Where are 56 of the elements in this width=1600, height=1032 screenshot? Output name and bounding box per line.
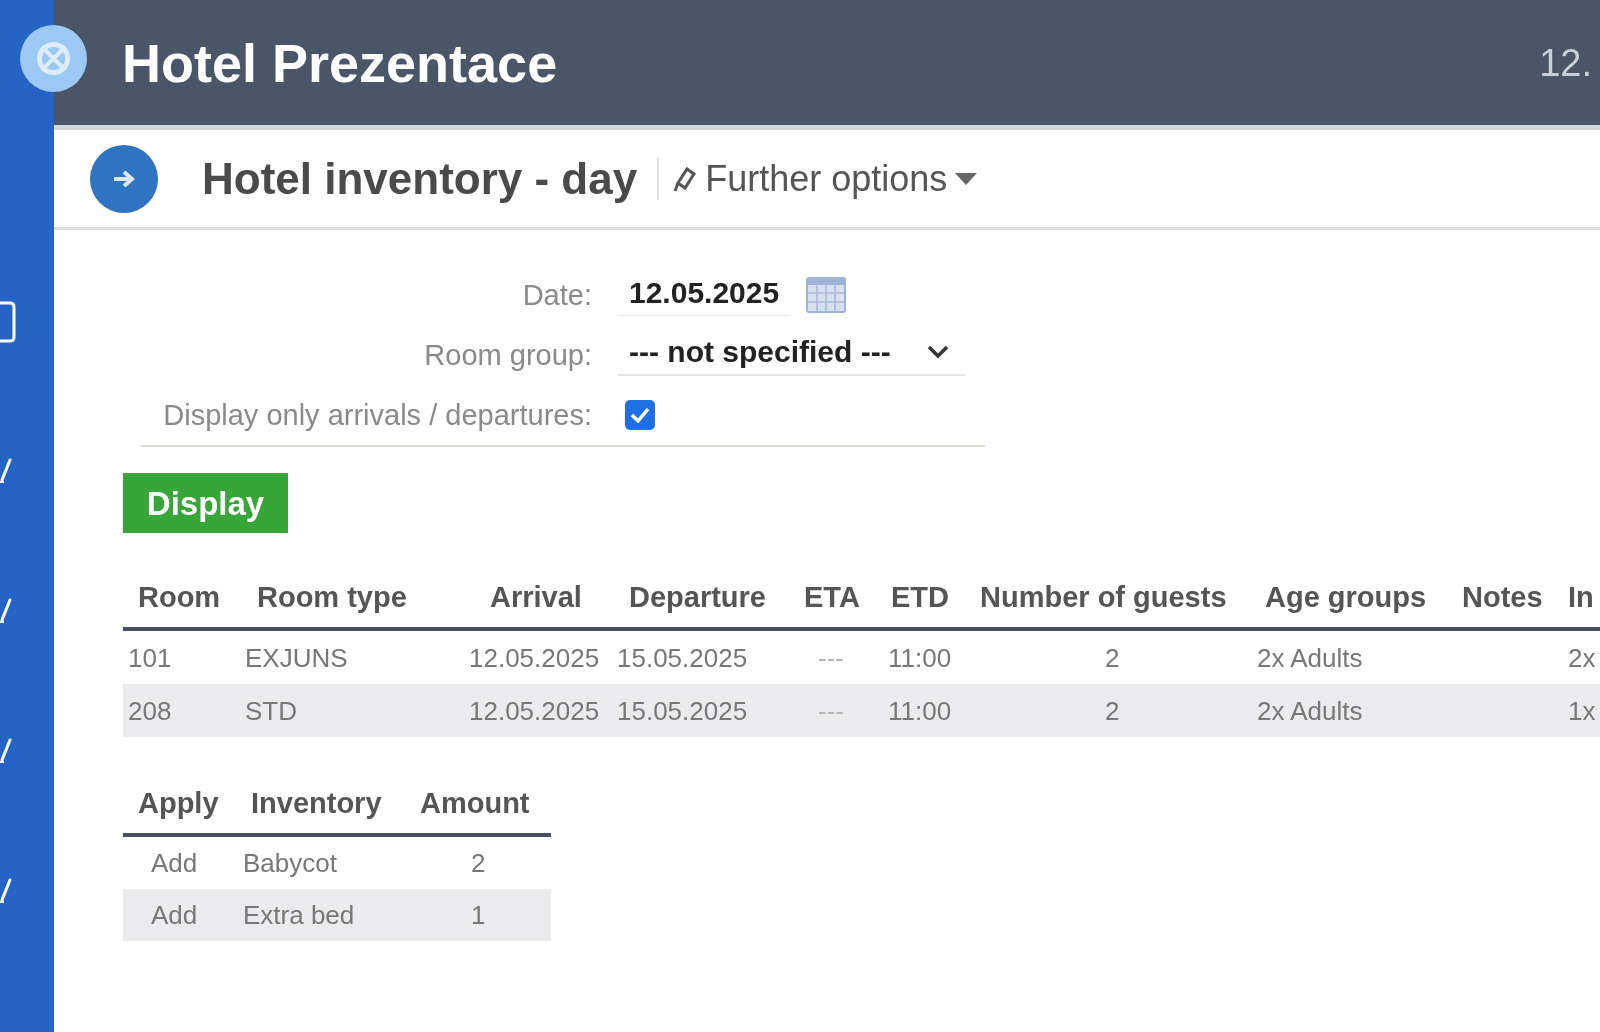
column-header: Notes	[1462, 582, 1543, 612]
table-cell: 15.05.2025	[617, 697, 748, 724]
further-options-menu[interactable]: Further options	[673, 160, 978, 197]
column-header: Departure	[629, 582, 766, 612]
table-cell: 12.05.2025	[469, 697, 600, 724]
chevron-down-icon	[927, 345, 949, 359]
pen-icon[interactable]	[0, 878, 12, 904]
column-header: ETA	[804, 582, 860, 612]
pen-icon[interactable]	[0, 598, 12, 624]
table-cell: 1x	[1568, 697, 1596, 724]
column-header: Amount	[420, 788, 530, 818]
pen-icon[interactable]	[0, 458, 12, 484]
column-header: Room	[138, 582, 221, 612]
column-header: Apply	[138, 788, 219, 818]
table-cell: Babycot	[243, 850, 337, 876]
page-title: Hotel inventory - day	[202, 156, 638, 201]
table-cell: 1	[471, 902, 486, 928]
table-cell: 2	[1105, 697, 1120, 724]
arrow-right-icon	[113, 169, 135, 188]
pencil-icon	[673, 165, 698, 192]
table-cell: EXJUNS	[245, 644, 348, 671]
table-cell: 11:00	[888, 697, 952, 724]
table-cell: STD	[245, 697, 297, 724]
table-cell: 2x Adults	[1257, 644, 1363, 671]
column-header: Number of guests	[980, 582, 1227, 612]
table-cell: ---	[818, 644, 844, 671]
table-cell: ---	[818, 697, 844, 724]
table-cell: 101	[128, 644, 172, 671]
column-header: Inventory	[251, 788, 382, 818]
field-label: Room group:	[424, 340, 592, 370]
app-title: Hotel Prezentace	[122, 35, 558, 90]
caret-down-icon	[955, 172, 978, 185]
table-cell: 2	[471, 850, 486, 876]
table-cell: 2x Adults	[1257, 697, 1363, 724]
header-date: 12.	[1539, 43, 1593, 82]
table-cell: 208	[128, 697, 172, 724]
room-group-select[interactable]: --- not specified ---	[618, 334, 965, 376]
column-header: ETD	[891, 582, 949, 612]
table-cell: 15.05.2025	[617, 644, 748, 671]
field-label: Display only arrivals / departures:	[163, 400, 592, 430]
table-cell: Add	[151, 850, 198, 876]
field-label: Date:	[522, 280, 592, 310]
table-cell: 12.05.2025	[469, 644, 600, 671]
table-cell: 2	[1105, 644, 1120, 671]
column-header: Room type	[257, 582, 407, 612]
table-cell: Extra bed	[243, 902, 355, 928]
column-header: Age groups	[1265, 582, 1427, 612]
table-cell: 11:00	[888, 644, 952, 671]
column-header: Arrival	[490, 582, 582, 612]
column-header: In	[1568, 582, 1594, 612]
checkmark-icon	[630, 407, 650, 423]
table-cell: 2x	[1568, 644, 1596, 671]
pen-icon[interactable]	[0, 738, 12, 764]
date-field[interactable]: 12.05.2025	[618, 274, 790, 316]
table-cell: Add	[151, 902, 198, 928]
checkbox[interactable]	[625, 400, 655, 430]
